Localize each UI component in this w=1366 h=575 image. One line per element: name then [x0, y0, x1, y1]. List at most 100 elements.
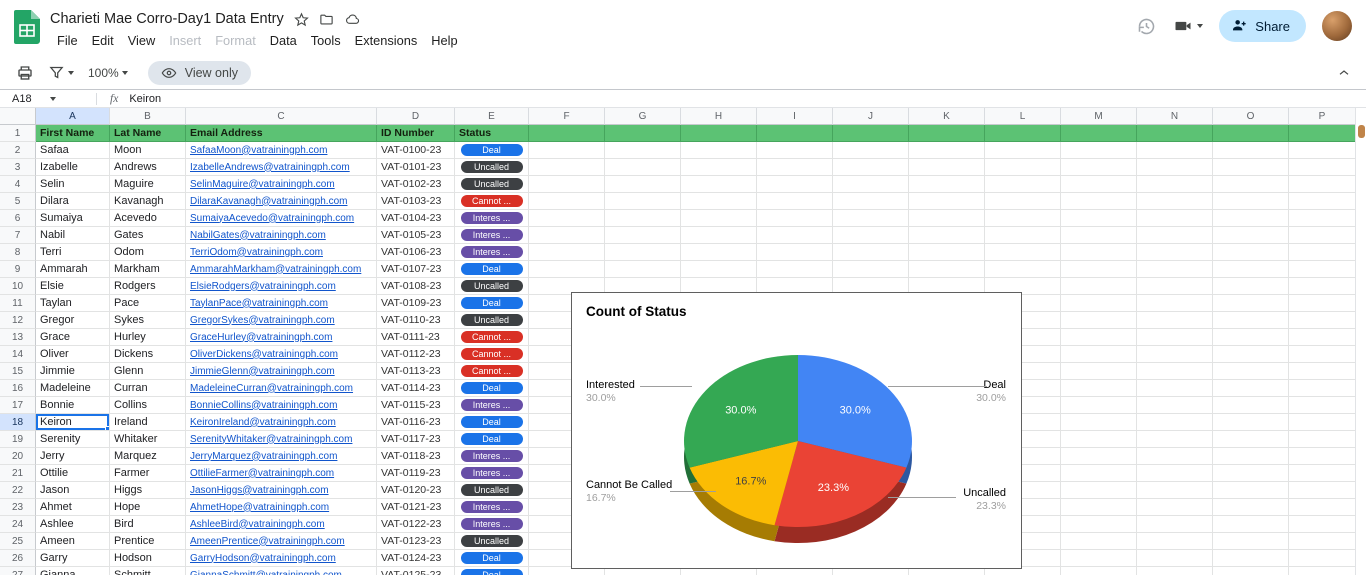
cell-E5[interactable]: Cannot ... [455, 193, 529, 210]
cell-I3[interactable] [757, 159, 833, 176]
column-header-E[interactable]: E [455, 108, 529, 125]
cell-P13[interactable] [1289, 329, 1356, 346]
cell-C4[interactable]: SelinMaguire@vatrainingph.com [186, 176, 377, 193]
cell-K7[interactable] [909, 227, 985, 244]
column-header-N[interactable]: N [1137, 108, 1213, 125]
cell-C17[interactable]: BonnieCollins@vatrainingph.com [186, 397, 377, 414]
cell-P17[interactable] [1289, 397, 1356, 414]
cell-B27[interactable]: Schmitt [110, 567, 186, 575]
cell-M24[interactable] [1061, 516, 1137, 533]
cell-E20[interactable]: Interes ... [455, 448, 529, 465]
menu-edit[interactable]: Edit [85, 31, 121, 50]
cell-E25[interactable]: Uncalled [455, 533, 529, 550]
cell-B20[interactable]: Marquez [110, 448, 186, 465]
cell-F9[interactable] [529, 261, 605, 278]
cell-B16[interactable]: Curran [110, 380, 186, 397]
cell-A6[interactable]: Sumaiya [36, 210, 110, 227]
cell-E13[interactable]: Cannot ... [455, 329, 529, 346]
cell-I4[interactable] [757, 176, 833, 193]
cell-N26[interactable] [1137, 550, 1213, 567]
row-header-14[interactable]: 14 [0, 346, 36, 363]
cell-B4[interactable]: Maguire [110, 176, 186, 193]
cell-A7[interactable]: Nabil [36, 227, 110, 244]
row-header-7[interactable]: 7 [0, 227, 36, 244]
cell-D24[interactable]: VAT-0122-23 [377, 516, 455, 533]
cell-P27[interactable] [1289, 567, 1356, 575]
cell-C11[interactable]: TaylanPace@vatrainingph.com [186, 295, 377, 312]
cell-B18[interactable]: Ireland [110, 414, 186, 431]
cell-B24[interactable]: Bird [110, 516, 186, 533]
cell-O15[interactable] [1213, 363, 1289, 380]
cell-E14[interactable]: Cannot ... [455, 346, 529, 363]
cell-K3[interactable] [909, 159, 985, 176]
cell-A11[interactable]: Taylan [36, 295, 110, 312]
email-link[interactable]: IzabelleAndrews@vatrainingph.com [186, 162, 350, 173]
cell-N17[interactable] [1137, 397, 1213, 414]
email-link[interactable]: GiannaSchmitt@vatrainingph.com [186, 570, 342, 575]
cell-P14[interactable] [1289, 346, 1356, 363]
cell-N9[interactable] [1137, 261, 1213, 278]
cell-A10[interactable]: Elsie [36, 278, 110, 295]
cell-C24[interactable]: AshleeBird@vatrainingph.com [186, 516, 377, 533]
cell-P24[interactable] [1289, 516, 1356, 533]
email-link[interactable]: KeironIreland@vatrainingph.com [186, 417, 336, 428]
column-header-C[interactable]: C [186, 108, 377, 125]
cell-D7[interactable]: VAT-0105-23 [377, 227, 455, 244]
cell-H5[interactable] [681, 193, 757, 210]
cell-N1[interactable] [1137, 125, 1213, 142]
email-link[interactable]: DilaraKavanagh@vatrainingph.com [186, 196, 347, 207]
cell-N11[interactable] [1137, 295, 1213, 312]
cell-O22[interactable] [1213, 482, 1289, 499]
cell-P4[interactable] [1289, 176, 1356, 193]
cell-D16[interactable]: VAT-0114-23 [377, 380, 455, 397]
cell-C10[interactable]: ElsieRodgers@vatrainingph.com [186, 278, 377, 295]
cell-E26[interactable]: Deal [455, 550, 529, 567]
cell-E18[interactable]: Deal [455, 414, 529, 431]
cell-M3[interactable] [1061, 159, 1137, 176]
cell-B14[interactable]: Dickens [110, 346, 186, 363]
email-link[interactable]: TerriOdom@vatrainingph.com [186, 247, 323, 258]
cell-K5[interactable] [909, 193, 985, 210]
email-link[interactable]: AshleeBird@vatrainingph.com [186, 519, 325, 530]
cell-M23[interactable] [1061, 499, 1137, 516]
cell-H6[interactable] [681, 210, 757, 227]
cell-M5[interactable] [1061, 193, 1137, 210]
cell-B7[interactable]: Gates [110, 227, 186, 244]
cell-G5[interactable] [605, 193, 681, 210]
cell-M12[interactable] [1061, 312, 1137, 329]
cell-O18[interactable] [1213, 414, 1289, 431]
cell-N20[interactable] [1137, 448, 1213, 465]
cell-D26[interactable]: VAT-0124-23 [377, 550, 455, 567]
cell-C23[interactable]: AhmetHope@vatrainingph.com [186, 499, 377, 516]
cell-C7[interactable]: NabilGates@vatrainingph.com [186, 227, 377, 244]
cell-H8[interactable] [681, 244, 757, 261]
row-header-16[interactable]: 16 [0, 380, 36, 397]
cell-K4[interactable] [909, 176, 985, 193]
cell-E22[interactable]: Uncalled [455, 482, 529, 499]
cell-P19[interactable] [1289, 431, 1356, 448]
cell-M1[interactable] [1061, 125, 1137, 142]
cell-M4[interactable] [1061, 176, 1137, 193]
share-button[interactable]: Share [1219, 10, 1306, 42]
cell-G6[interactable] [605, 210, 681, 227]
cell-J6[interactable] [833, 210, 909, 227]
cell-H2[interactable] [681, 142, 757, 159]
row-header-11[interactable]: 11 [0, 295, 36, 312]
cell-C3[interactable]: IzabelleAndrews@vatrainingph.com [186, 159, 377, 176]
cell-J3[interactable] [833, 159, 909, 176]
cell-A9[interactable]: Ammarah [36, 261, 110, 278]
email-link[interactable]: SelinMaguire@vatrainingph.com [186, 179, 335, 190]
cell-P15[interactable] [1289, 363, 1356, 380]
email-link[interactable]: TaylanPace@vatrainingph.com [186, 298, 328, 309]
cell-D12[interactable]: VAT-0110-23 [377, 312, 455, 329]
cell-P10[interactable] [1289, 278, 1356, 295]
view-only-chip[interactable]: View only [147, 60, 251, 85]
cell-O21[interactable] [1213, 465, 1289, 482]
email-link[interactable]: GraceHurley@vatrainingph.com [186, 332, 332, 343]
cell-O9[interactable] [1213, 261, 1289, 278]
cell-K6[interactable] [909, 210, 985, 227]
row-header-26[interactable]: 26 [0, 550, 36, 567]
cell-C27[interactable]: GiannaSchmitt@vatrainingph.com [186, 567, 377, 575]
cell-N2[interactable] [1137, 142, 1213, 159]
cell-H1[interactable] [681, 125, 757, 142]
